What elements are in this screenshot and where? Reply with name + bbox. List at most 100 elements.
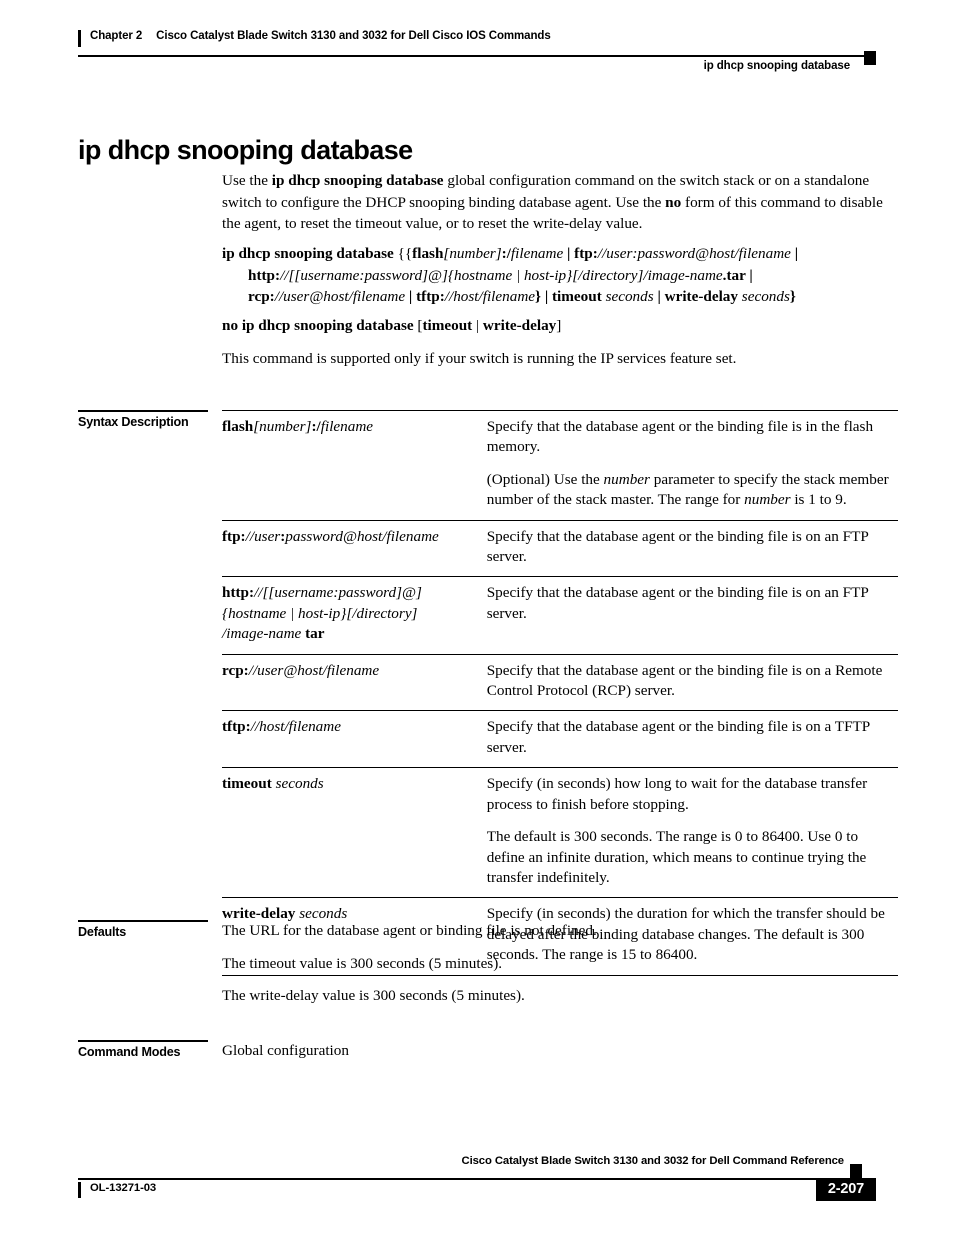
syntax-description-paragraph: (Optional) Use the number parameter to s…	[486, 470, 889, 509]
intro-no-bold: no	[665, 193, 682, 211]
defaults-line: The write-delay value is 300 seconds (5 …	[222, 987, 525, 1004]
footer-page-number: 2-207	[815, 1178, 876, 1201]
syntax-description-paragraph: Specify that the database agent or the b…	[486, 418, 874, 456]
syntax-line-3: rcp://user@host/filename | tftp://host/f…	[222, 286, 898, 308]
syntax-term-cell: tftp://host/filename	[222, 710, 487, 768]
syntax-tftp-args: //host/filename	[444, 288, 536, 305]
section-label-syntax-description: Syntax Description	[78, 410, 208, 429]
support-note: This command is supported only if your s…	[222, 348, 898, 370]
syntax-ftp-args: //user:password@host/filename	[597, 245, 791, 262]
syntax-term-line: tftp://host/filename	[222, 718, 341, 736]
page-title: ip dhcp snooping database	[78, 135, 413, 166]
running-header-rule: ip dhcp snooping database	[78, 51, 876, 77]
footer-document-id: OL-13271-03	[78, 1182, 156, 1198]
syntax-bar-3: |	[745, 266, 753, 284]
syntax-term-cell: http://[[username:password]@] {hostname |…	[222, 576, 487, 655]
syntax-description-cell: Specify that the database agent or the b…	[486, 710, 898, 768]
syntax-brace-close-2: }	[789, 288, 796, 305]
syntax-command-name: ip dhcp snooping database	[222, 245, 394, 262]
syntax-description-paragraph: Specify that the database agent or the b…	[486, 661, 883, 700]
syntax-description-cell: Specify (in seconds) how long to wait fo…	[486, 767, 898, 898]
syntax-bar-2: |	[790, 245, 799, 262]
footer-marker-square-icon	[850, 1164, 862, 1178]
syntax-description-paragraph: Specify that the database agent or the b…	[486, 718, 870, 756]
defaults-line: The timeout value is 300 seconds (5 minu…	[222, 954, 503, 972]
table-row: tftp://host/filename Specify that the dat…	[222, 710, 898, 768]
syntax-term-line: rcp://user@host/filename	[222, 661, 380, 679]
table-row: flash[number]:/filename Specify that the …	[222, 411, 898, 521]
command-modes-value: Global configuration	[222, 1042, 349, 1059]
running-header-chapter-line: Chapter 2 Cisco Catalyst Blade Switch 31…	[78, 30, 876, 47]
syntax-term-cell: rcp://user@host/filename	[222, 653, 487, 711]
syntax-tar-keyword: .tar	[722, 266, 746, 284]
syntax-description-cell: Specify that the database agent or the b…	[487, 411, 898, 521]
syntax-line-2: http://[[username:password]@]{hostname |…	[222, 265, 898, 287]
syntax-description-table: flash[number]:/filename Specify that the …	[222, 410, 898, 976]
syntax-tftp-keyword: tftp:	[416, 288, 445, 305]
footer-rule	[78, 1178, 848, 1180]
page-footer: Cisco Catalyst Blade Switch 3130 and 303…	[78, 1155, 876, 1201]
support-note-text: This command is supported only if your s…	[222, 350, 737, 367]
syntax-flash-filename: filename	[510, 245, 564, 262]
no-form-syntax-block: no ip dhcp snooping database [timeout | …	[222, 315, 898, 337]
syntax-description-paragraph: Specify (in seconds) how long to wait fo…	[486, 775, 868, 813]
syntax-term-cell: timeout seconds	[222, 767, 487, 898]
syntax-rcp-keyword: rcp:	[248, 288, 275, 305]
syntax-term-line: ftp://user:password@host/filename	[222, 527, 439, 545]
intro-text-1: Use the	[222, 172, 272, 189]
table-row: ftp://user:password@host/filename Specify…	[222, 519, 898, 577]
running-header-topic: ip dhcp snooping database	[703, 60, 850, 72]
syntax-term-line: {hostname | host-ip}[/directory]	[222, 604, 418, 622]
syntax-brace-open: {{	[393, 245, 413, 262]
command-modes-content: Global configuration	[222, 1040, 898, 1062]
no-form-writedelay-keyword: write-delay	[482, 317, 557, 334]
syntax-timeout-keyword: timeout	[551, 288, 602, 305]
intro-command-bold: ip dhcp snooping database	[271, 172, 444, 189]
defaults-line: The URL for the database agent or bindin…	[222, 922, 597, 939]
syntax-bar-4: |	[405, 288, 417, 305]
running-header: Chapter 2 Cisco Catalyst Blade Switch 31…	[78, 30, 876, 77]
table-row: rcp://user@host/filename Specify that the…	[222, 653, 898, 711]
footer-book-title: Cisco Catalyst Blade Switch 3130 and 303…	[461, 1155, 845, 1167]
syntax-description-paragraph: The default is 300 seconds. The range is…	[486, 828, 867, 886]
syntax-writedelay-keyword: write-delay	[664, 288, 738, 305]
syntax-bar-1: |	[563, 245, 575, 262]
syntax-line-1: ip dhcp snooping database {{flash[number…	[222, 243, 898, 265]
syntax-description-paragraph: Specify that the database agent or the b…	[486, 527, 869, 566]
syntax-flash-keyword: flash	[412, 245, 444, 262]
defaults-content: The URL for the database agent or bindin…	[222, 920, 898, 1018]
syntax-term-line: /image-name tar	[222, 625, 325, 643]
syntax-ftp-keyword: ftp:	[574, 245, 598, 262]
table-row: http://[[username:password]@] {hostname |…	[222, 576, 898, 655]
table-row: timeout seconds Specify (in seconds) how …	[222, 767, 898, 898]
syntax-term-cell: ftp://user:password@host/filename	[222, 519, 487, 577]
syntax-term-line: flash[number]:/filename	[222, 418, 374, 435]
command-syntax-block: ip dhcp snooping database {{flash[number…	[222, 243, 898, 308]
syntax-writedelay-seconds: seconds	[738, 288, 790, 305]
no-form-bracket-close: ]	[556, 317, 562, 334]
syntax-term-cell: flash[number]:/filename	[222, 411, 487, 521]
chapter-number: Chapter 2	[90, 30, 143, 42]
syntax-flash-colon: :/	[501, 245, 511, 262]
syntax-rcp-args: //user@host/filename	[274, 288, 406, 305]
syntax-description-cell: Specify that the database agent or the b…	[486, 519, 898, 577]
document-page: Chapter 2 Cisco Catalyst Blade Switch 31…	[0, 0, 954, 1235]
header-marker-square-icon	[864, 51, 876, 65]
syntax-description-cell: Specify that the database agent or the b…	[486, 576, 898, 655]
no-form-command-name: no ip dhcp snooping database	[222, 317, 414, 334]
intro-paragraph: Use the ip dhcp snooping database global…	[222, 170, 898, 235]
chapter-title: Cisco Catalyst Blade Switch 3130 and 303…	[156, 30, 551, 42]
syntax-description-cell: Specify that the database agent or the b…	[486, 653, 898, 711]
syntax-bar-5: |	[653, 288, 665, 305]
no-form-bar: |	[472, 317, 483, 334]
syntax-timeout-seconds: seconds	[601, 288, 654, 305]
syntax-http-keyword: http:	[248, 266, 281, 284]
syntax-description-table-body: flash[number]:/filename Specify that the …	[222, 411, 898, 976]
no-form-line: no ip dhcp snooping database [timeout | …	[222, 315, 898, 337]
syntax-brace-close-1: } |	[535, 288, 552, 305]
syntax-term-line: http://[[username:password]@]	[222, 584, 422, 602]
syntax-description-paragraph: Specify that the database agent or the b…	[486, 584, 869, 622]
section-label-command-modes: Command Modes	[78, 1040, 208, 1059]
no-form-timeout-keyword: timeout	[422, 317, 473, 334]
syntax-flash-number: [number]	[443, 245, 502, 262]
